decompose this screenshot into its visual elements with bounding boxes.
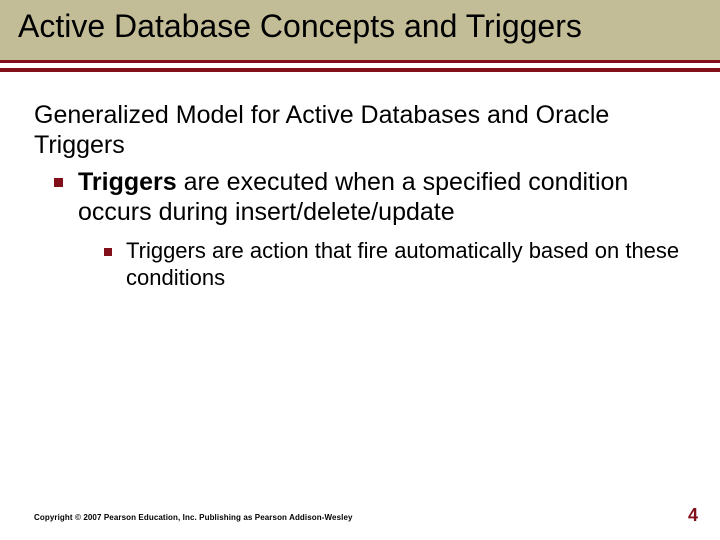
square-bullet-icon xyxy=(104,248,112,256)
accent-bar xyxy=(0,60,720,74)
page-number: 4 xyxy=(688,505,698,526)
bullet1-bold: Triggers xyxy=(78,168,177,196)
slide-title: Active Database Concepts and Triggers xyxy=(18,8,702,46)
bullet-level2: Triggers are action that fire automatica… xyxy=(22,238,692,292)
bullet1-sub1-text: Triggers are action that fire automatica… xyxy=(126,238,679,290)
copyright-footer: Copyright © 2007 Pearson Education, Inc.… xyxy=(34,513,353,522)
accent-bot xyxy=(0,68,720,72)
title-region: Active Database Concepts and Triggers xyxy=(0,0,720,60)
section-subheading: Generalized Model for Active Databases a… xyxy=(22,100,692,161)
bullet-level1: Triggers are executed when a specified c… xyxy=(22,167,692,228)
square-bullet-icon xyxy=(54,178,63,187)
body-region: Generalized Model for Active Databases a… xyxy=(0,74,720,292)
slide: Active Database Concepts and Triggers Ge… xyxy=(0,0,720,540)
